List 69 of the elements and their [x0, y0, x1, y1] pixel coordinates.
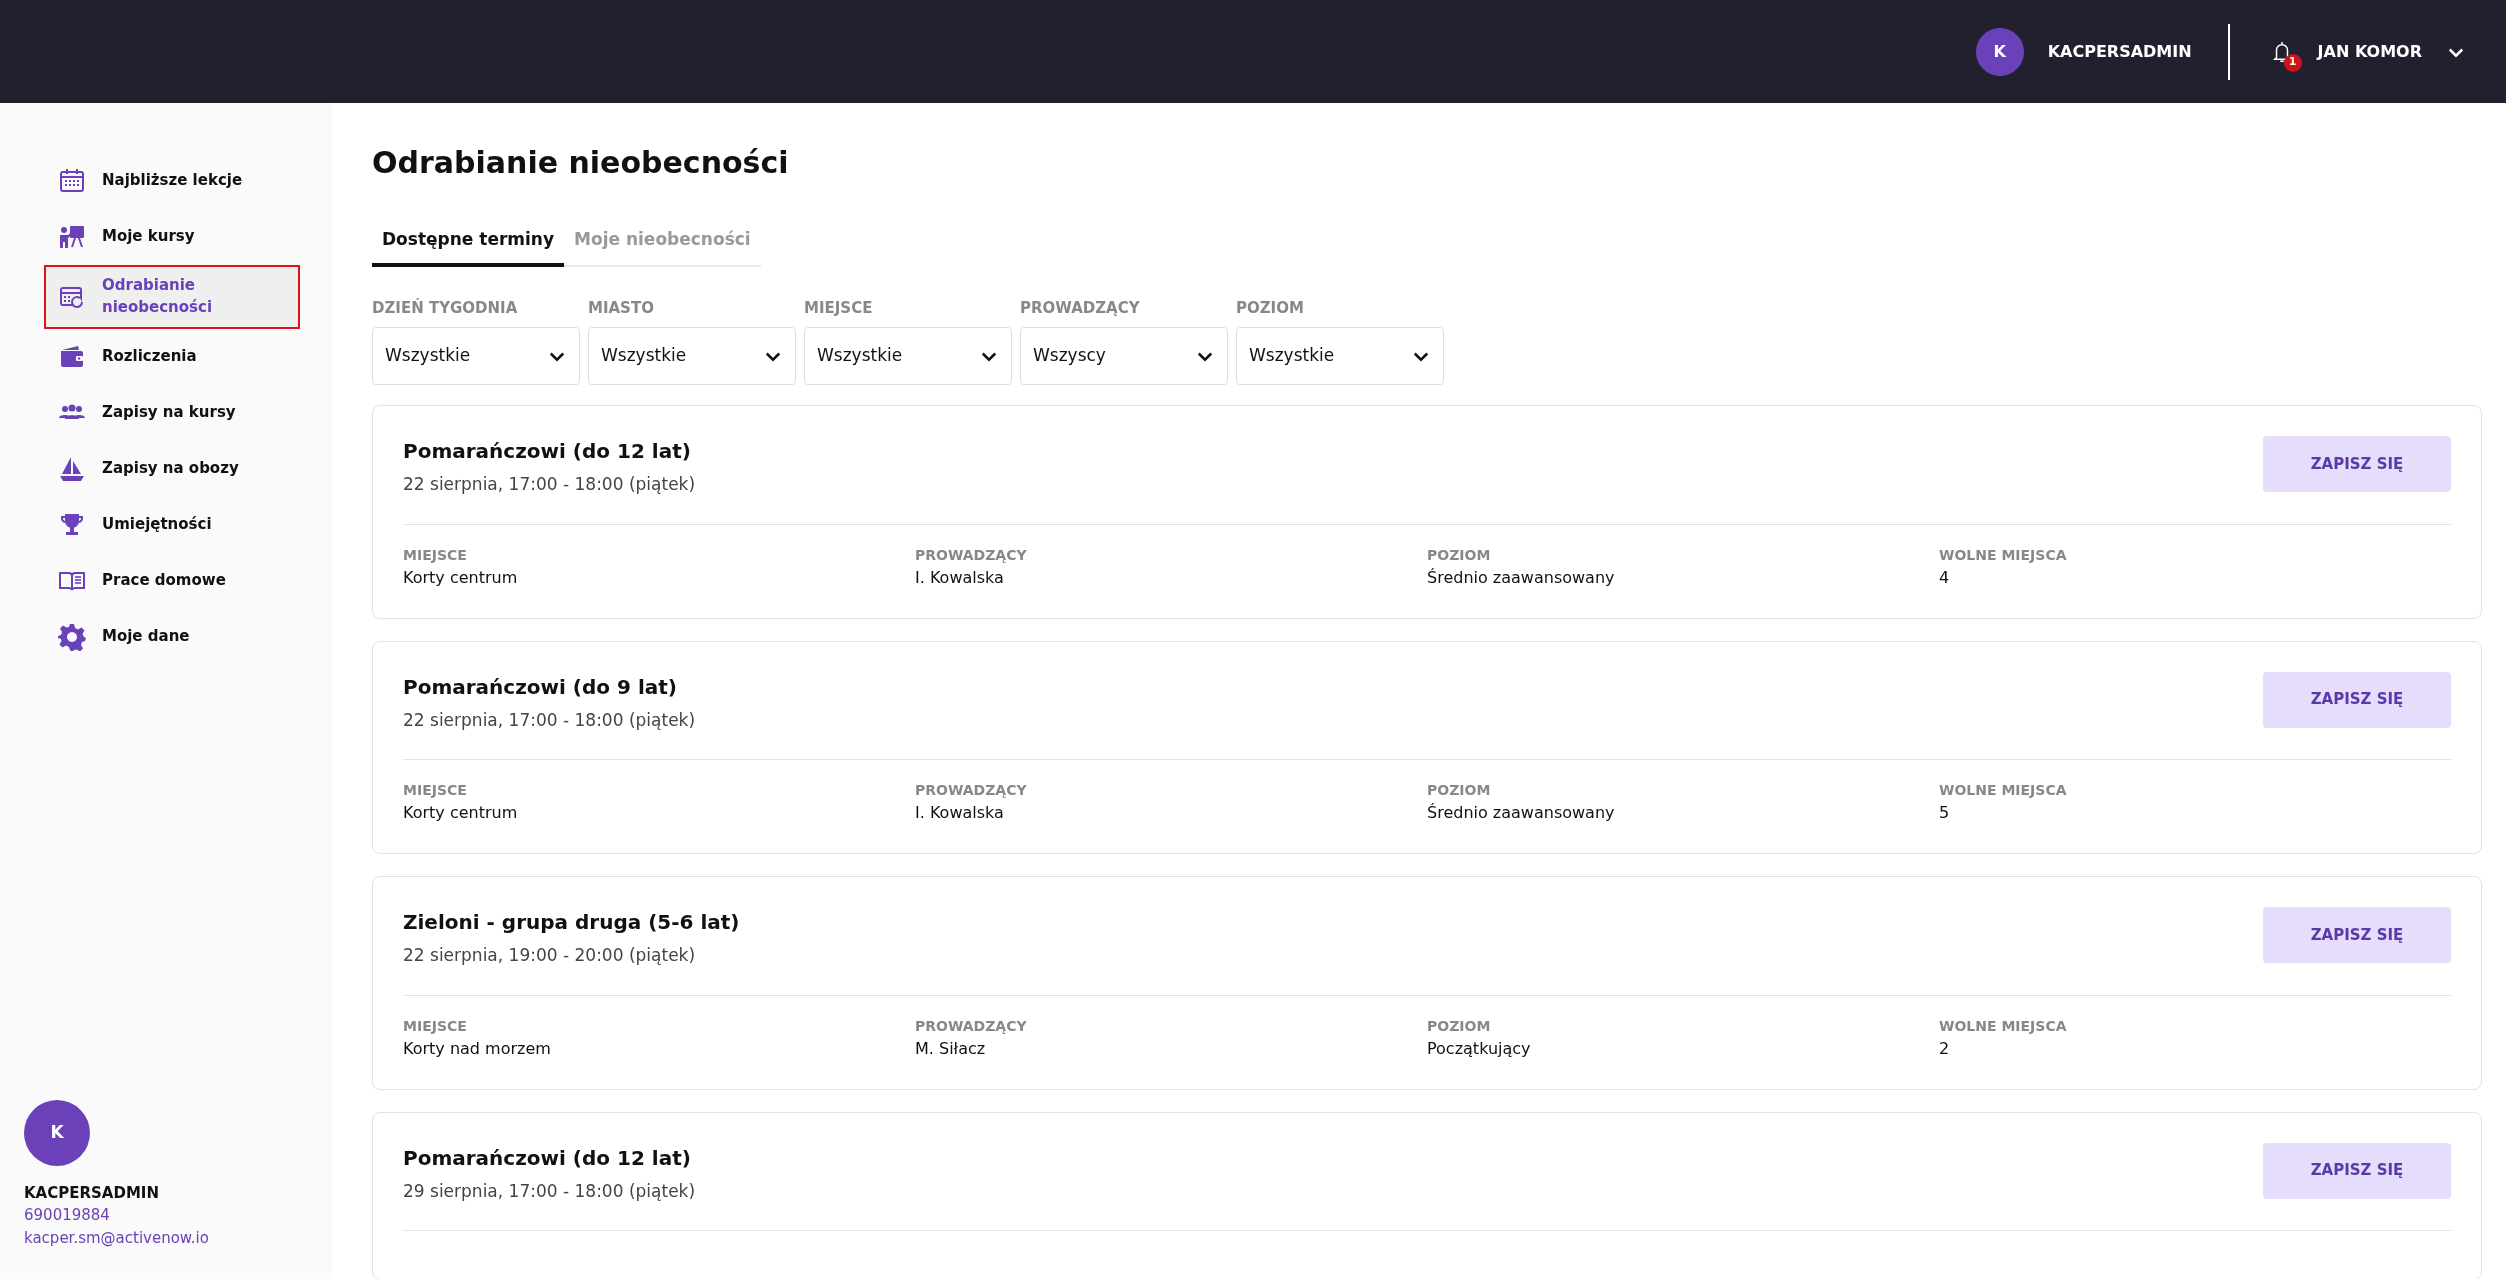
- signup-button[interactable]: ZAPISZ SIĘ: [2263, 907, 2451, 963]
- sidebar-item[interactable]: Umiejętności: [44, 496, 300, 553]
- detail-value: Korty centrum: [403, 802, 519, 824]
- account-name[interactable]: KACPERSADMIN: [2047, 39, 2192, 64]
- notification-bell[interactable]: 1: [2261, 31, 2302, 72]
- detail-value: 4: [1939, 566, 1951, 589]
- detail-value: Korty centrum: [403, 566, 519, 589]
- dropdown[interactable]: Wszystkie: [372, 327, 580, 385]
- detail-label: POZIOM: [1427, 781, 1492, 800]
- detail-value: 2: [1939, 1037, 1951, 1060]
- detail-label: MIEJSCE: [403, 1016, 468, 1036]
- slot-title: Pomarańczowi (do 12 lat): [403, 1144, 692, 1172]
- dropdown[interactable]: Wszystkie: [804, 327, 1012, 385]
- filter-label: MIEJSCE: [804, 297, 874, 319]
- signup-button[interactable]: ZAPISZ SIĘ: [2263, 1142, 2451, 1199]
- detail-label: WOLNE MIEJSCA: [1939, 781, 2068, 800]
- tab[interactable]: Dostępne terminy: [372, 219, 565, 267]
- notification-badge: 1: [2283, 53, 2302, 72]
- detail-label: WOLNE MIEJSCA: [1939, 545, 2068, 565]
- sidebar-item[interactable]: Odrabianie nieobecności: [44, 265, 300, 329]
- detail-label: POZIOM: [1427, 1016, 1492, 1036]
- slot-date: 22 sierpnia, 19:00 - 20:00 (piątek): [403, 944, 697, 967]
- detail-value: Średnio zaawansowany: [1427, 566, 1616, 589]
- detail-value: Początkujący: [1427, 1037, 1532, 1060]
- detail-value: Korty nad morzem: [403, 1037, 552, 1060]
- detail-value: Średnio zaawansowany: [1427, 802, 1616, 824]
- slot-title: Pomarańczowi (do 9 lat): [403, 673, 678, 701]
- detail-label: MIEJSCE: [403, 781, 468, 800]
- detail-value: 5: [1939, 802, 1951, 824]
- dropdown[interactable]: Wszystkie: [588, 327, 796, 385]
- filter-label: DZIEŃ TYGODNIA: [372, 297, 519, 319]
- slot-date: 22 sierpnia, 17:00 - 18:00 (piątek): [403, 708, 696, 732]
- phone-link[interactable]: 690019884: [24, 1204, 308, 1227]
- page-title: Odrabianie nieobecności: [372, 145, 790, 181]
- detail-value: M. Siłacz: [915, 1037, 987, 1060]
- signup-button[interactable]: ZAPISZ SIĘ: [2263, 671, 2451, 728]
- calendar-icon: [58, 167, 86, 195]
- sidebar-item[interactable]: Moje kursy: [44, 209, 300, 265]
- avatar: K: [24, 1099, 90, 1166]
- sidebar-item[interactable]: Moje dane: [44, 608, 300, 665]
- detail-label: POZIOM: [1427, 545, 1492, 565]
- teacher-icon: [58, 223, 86, 251]
- filter-label: PROWADZĄCY: [1020, 297, 1141, 319]
- sidebar-item[interactable]: Prace domowe: [44, 552, 300, 609]
- slot-title: Zieloni - grupa druga (5-6 lat): [403, 909, 740, 936]
- user-name[interactable]: JAN KOMOR: [2317, 39, 2422, 64]
- signup-button[interactable]: ZAPISZ SIĘ: [2263, 436, 2451, 492]
- detail-label: MIEJSCE: [403, 545, 468, 565]
- detail-value: I. Kowalska: [915, 802, 1005, 824]
- filter-label: MIASTO: [588, 297, 655, 319]
- detail-label: WOLNE MIEJSCA: [1939, 1016, 2068, 1036]
- dropdown[interactable]: Wszystkie: [1236, 327, 1444, 385]
- sidebar-item[interactable]: Rozliczenia: [44, 328, 300, 385]
- dropdown[interactable]: Wszyscy: [1020, 327, 1228, 385]
- slot-title: Pomarańczowi (do 12 lat): [403, 438, 692, 465]
- avatar: K: [1975, 27, 2024, 76]
- filter-label: POZIOM: [1236, 297, 1305, 319]
- detail-value: I. Kowalska: [915, 566, 1005, 589]
- detail-label: PROWADZĄCY: [915, 545, 1028, 565]
- sidebar-item[interactable]: Najbliższe lekcje: [44, 153, 300, 209]
- profile-name: KACPERSADMIN: [24, 1182, 160, 1204]
- detail-label: PROWADZĄCY: [915, 781, 1028, 800]
- slot-date: 22 sierpnia, 17:00 - 18:00 (piątek): [403, 473, 696, 496]
- email-link[interactable]: kacper.sm@activenow.io: [24, 1226, 308, 1249]
- sidebar-item[interactable]: Zapisy na kursy: [44, 384, 300, 441]
- detail-label: PROWADZĄCY: [915, 1016, 1028, 1036]
- sidebar-item[interactable]: Zapisy na obozy: [44, 440, 300, 497]
- slot-date: 29 sierpnia, 17:00 - 18:00 (piątek): [403, 1179, 696, 1203]
- settings-icon: [58, 622, 86, 651]
